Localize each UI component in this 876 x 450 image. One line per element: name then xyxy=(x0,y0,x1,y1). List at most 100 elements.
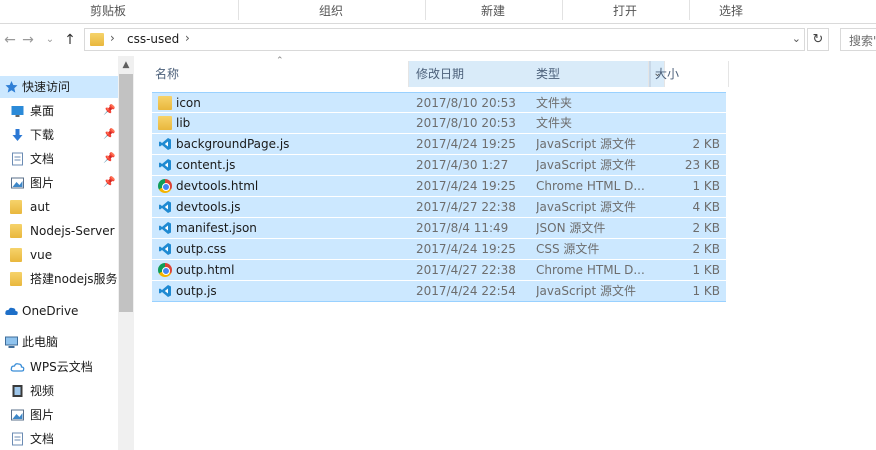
nav-item-folder-aut[interactable]: aut xyxy=(0,196,118,218)
file-row[interactable]: backgroundPage.js 2017/4/24 19:25 JavaScri… xyxy=(152,134,726,155)
nav-item-label: 图片 xyxy=(30,408,55,422)
nav-item-label: OneDrive xyxy=(22,304,79,318)
nav-item-label: 文档 xyxy=(30,432,55,446)
nav-item-label: WPS云文档 xyxy=(30,360,93,374)
file-date-modified: 2017/4/27 22:38 xyxy=(416,263,516,277)
scrollbar-thumb[interactable] xyxy=(119,74,133,312)
file-name: outp.js xyxy=(176,284,217,298)
file-type: JSON 源文件 xyxy=(536,221,606,235)
nav-pane-scrollbar[interactable]: ▲ xyxy=(118,56,134,450)
nav-item-label: 搭建nodejs服务 xyxy=(30,272,118,286)
file-type: Chrome HTML D... xyxy=(536,179,645,193)
file-row[interactable]: outp.css 2017/4/24 19:25 CSS 源文件 2 KB xyxy=(152,239,726,260)
folder-icon xyxy=(10,248,22,262)
file-size: 1 KB xyxy=(692,284,720,298)
nav-item-quick-access[interactable]: 快速访问 xyxy=(0,76,118,98)
nav-item-onedrive[interactable]: OneDrive xyxy=(0,300,118,322)
file-name: outp.html xyxy=(176,263,235,277)
ribbon-group-organize[interactable]: 组织 xyxy=(238,0,424,24)
pin-icon[interactable]: 📌 xyxy=(103,124,115,146)
ribbon-group-new[interactable]: 新建 xyxy=(425,0,561,24)
up-arrow-icon[interactable]: ↑ xyxy=(60,30,80,50)
column-header-name[interactable]: 名称 xyxy=(148,61,406,87)
file-row[interactable]: lib 2017/8/10 20:53 文件夹 xyxy=(152,113,726,134)
address-separator[interactable]: › xyxy=(185,31,190,45)
nav-item-folder-nodejs-server[interactable]: Nodejs-Server xyxy=(0,220,118,242)
nav-item-documents-pc[interactable]: 文档 xyxy=(0,428,118,450)
nav-item-this-pc[interactable]: 此电脑 xyxy=(0,331,118,353)
nav-item-pictures-pc[interactable]: 图片 xyxy=(0,404,118,426)
search-placeholder: 搜索" xyxy=(849,34,876,48)
document-icon xyxy=(12,432,23,446)
nav-item-folder-nodejs-service[interactable]: 搭建nodejs服务 xyxy=(0,268,118,290)
file-date-modified: 2017/4/24 19:25 xyxy=(416,137,516,151)
vscode-file-icon xyxy=(159,222,171,234)
file-date-modified: 2017/4/27 22:38 xyxy=(416,200,516,214)
folder-icon xyxy=(10,224,22,238)
search-input[interactable]: 搜索" xyxy=(840,28,876,51)
refresh-icon[interactable]: ↻ xyxy=(807,28,829,51)
column-header-size[interactable]: 大小 xyxy=(648,61,728,87)
file-name: lib xyxy=(176,116,191,130)
nav-item-label: 图片 xyxy=(30,176,55,190)
file-row[interactable]: outp.js 2017/4/24 22:54 JavaScript 源文件 1 KB xyxy=(152,281,726,302)
file-row[interactable]: content.js 2017/4/30 1:27 JavaScript 源文件 23… xyxy=(152,155,726,176)
nav-item-wps-cloud[interactable]: WPS云文档 xyxy=(0,356,118,378)
pin-icon[interactable]: 📌 xyxy=(103,172,115,194)
wps-cloud-icon xyxy=(10,363,25,372)
file-size: 2 KB xyxy=(692,221,720,235)
file-name: devtools.html xyxy=(176,179,259,193)
address-separator[interactable]: › xyxy=(110,31,115,45)
back-arrow-icon[interactable]: ← xyxy=(0,30,20,50)
file-row[interactable]: icon 2017/8/10 20:53 文件夹 xyxy=(152,92,726,113)
recent-locations-chevron-icon[interactable]: ⌄ xyxy=(40,30,60,50)
file-type: JavaScript 源文件 xyxy=(536,158,636,172)
file-type: JavaScript 源文件 xyxy=(536,137,636,151)
vscode-file-icon xyxy=(159,285,171,297)
forward-arrow-icon[interactable]: → xyxy=(18,30,38,50)
nav-item-desktop[interactable]: 桌面 📌 xyxy=(0,100,118,122)
file-row[interactable]: devtools.html 2017/4/24 19:25 Chrome HTML … xyxy=(152,176,726,197)
file-row[interactable]: devtools.js 2017/4/27 22:38 JavaScript 源文件… xyxy=(152,197,726,218)
chevron-down-icon[interactable]: ⌄ xyxy=(792,32,801,45)
scroll-up-arrow-icon[interactable]: ▲ xyxy=(118,58,134,72)
file-date-modified: 2017/8/10 20:53 xyxy=(416,116,516,130)
nav-item-label: vue xyxy=(30,248,53,262)
file-type: CSS 源文件 xyxy=(536,242,600,256)
file-name: devtools.js xyxy=(176,200,241,214)
address-bar[interactable]: › css-used › ⌄ xyxy=(84,28,805,51)
file-list: icon 2017/8/10 20:53 文件夹 lib 2017/8/10 20:53… xyxy=(152,92,726,302)
file-date-modified: 2017/8/10 20:53 xyxy=(416,96,516,110)
navigation-bar: ← → ⌄ ↑ › css-used › ⌄ ↻ 搜索" xyxy=(0,24,876,56)
nav-item-label: 视频 xyxy=(30,384,55,398)
ribbon-group-clipboard[interactable]: 剪贴板 xyxy=(0,0,216,24)
file-type: JavaScript 源文件 xyxy=(536,284,636,298)
nav-item-label: aut xyxy=(30,200,50,214)
nav-item-folder-vue[interactable]: vue xyxy=(0,244,118,266)
nav-item-label: 文档 xyxy=(30,152,55,166)
file-name: icon xyxy=(176,96,201,110)
column-header-type[interactable]: 类型 xyxy=(529,61,649,87)
computer-icon xyxy=(5,336,18,348)
nav-item-documents[interactable]: 文档 📌 xyxy=(0,148,118,170)
download-icon xyxy=(12,129,23,141)
folder-icon xyxy=(158,96,172,110)
file-row[interactable]: manifest.json 2017/8/4 11:49 JSON 源文件 2 KB xyxy=(152,218,726,239)
nav-item-downloads[interactable]: 下载 📌 xyxy=(0,124,118,146)
address-path-segment[interactable]: css-used xyxy=(127,32,179,46)
ribbon-group-select[interactable]: 选择 xyxy=(689,0,773,24)
nav-item-videos[interactable]: 视频 xyxy=(0,380,118,402)
nav-item-label: 快速访问 xyxy=(22,80,71,94)
pin-icon[interactable]: 📌 xyxy=(103,100,115,122)
ribbon-group-open[interactable]: 打开 xyxy=(562,0,688,24)
cloud-icon xyxy=(5,307,18,315)
column-separator[interactable] xyxy=(728,61,729,87)
pictures-icon xyxy=(11,409,24,421)
navigation-pane: 快速访问 桌面 📌 下载 📌 文档 📌 图片 📌 aut Nodejs-Serv… xyxy=(0,56,134,450)
file-size: 23 KB xyxy=(684,158,720,172)
nav-item-pictures[interactable]: 图片 📌 xyxy=(0,172,118,194)
nav-item-label: 此电脑 xyxy=(22,335,59,349)
pin-icon[interactable]: 📌 xyxy=(103,148,115,170)
file-row[interactable]: outp.html 2017/4/27 22:38 Chrome HTML D...… xyxy=(152,260,726,281)
file-size: 2 KB xyxy=(692,242,720,256)
